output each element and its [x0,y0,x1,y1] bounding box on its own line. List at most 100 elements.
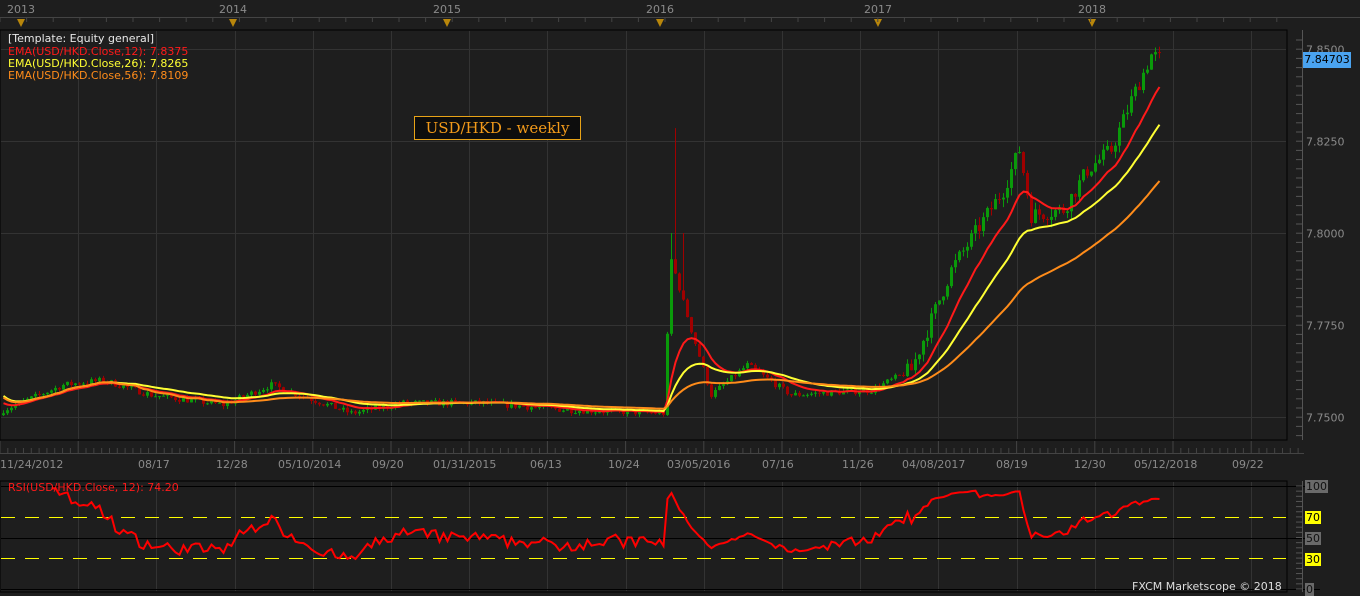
candle-body [254,391,257,395]
candle-body [730,375,733,382]
date-label: 11/26 [842,458,874,471]
candle-body [318,402,321,405]
candle-body [718,385,721,390]
svg-text:EMA(USD/HKD.Close,56): 7.8109: EMA(USD/HKD.Close,56): 7.8109 [8,69,188,82]
candle-body [206,403,209,405]
candle-body [526,406,529,410]
candle-body [966,246,969,251]
candle-body [1038,209,1041,215]
candle-body [982,217,985,232]
candle-body [782,383,785,387]
candle-body [1018,152,1021,154]
candle-body [582,410,585,414]
candle-body [30,396,33,399]
candle-body [98,377,101,382]
candle-body [334,403,337,409]
candle-body [358,411,361,414]
candle-body [342,407,345,410]
candle-body [1094,163,1097,172]
candle-body [858,392,861,395]
candle-body [970,233,973,247]
candle-body [1150,54,1153,70]
candle-body [242,395,245,397]
candle-body [1022,152,1025,173]
date-label: 05/12/2018 [1134,458,1197,471]
candle-body [1054,210,1057,217]
candle-body [978,225,981,232]
candle-body [786,386,789,395]
candle-body [930,313,933,338]
candle-body [1078,180,1081,197]
candle-body [1010,169,1013,188]
date-label: 09/22 [1232,458,1264,471]
date-label: 11/24/2012 [0,458,63,471]
price-tick-label: 7.7500 [1306,412,1345,425]
candle-body [266,389,269,391]
candle-body [750,363,753,365]
candle-body [1046,219,1049,221]
candle-body [182,397,185,402]
candle-body [870,392,873,394]
date-label: 09/20 [372,458,404,471]
candle-body [82,383,85,385]
rsi-tick-30: 30 [1305,553,1321,566]
candle-body [274,382,277,384]
date-label: 06/13 [530,458,562,471]
candle-body [262,390,265,392]
svg-text:RSI(USD/HKD.Close, 12): 74.20: RSI(USD/HKD.Close, 12): 74.20 [8,481,179,494]
candle-body [246,394,249,397]
price-axis: 7.75007.77507.80007.82507.8500 [1296,30,1345,440]
candle-body [1030,195,1033,224]
candle-body [146,392,149,396]
chart-title: USD/HKD - weekly [414,116,581,140]
candle-body [942,296,945,301]
candle-body [346,407,349,413]
candle-body [774,380,777,388]
copyright: FXCM Marketscope © 2018 [1132,580,1282,593]
rsi-tick-0: 0 [1305,583,1314,596]
candle-body [990,208,993,210]
date-label: 10/24 [608,458,640,471]
candle-body [754,364,757,370]
candle-body [1006,187,1009,198]
rsi-tick-70: 70 [1305,511,1321,524]
rsi-legend: RSI(USD/HKD.Close, 12): 74.20 [8,481,179,494]
candle-body [686,299,689,318]
candle-body [1086,169,1089,176]
candle-body [814,392,817,394]
candle-body [594,412,597,414]
candle-body [1154,52,1157,55]
chart-canvas[interactable]: 2013 2014 2015 2016 2017 2018 7.7500 7.7750 7.8… [0,0,1360,596]
candle-body [518,405,521,408]
year-label: 2015 [433,3,461,16]
candle-body [670,259,673,334]
candle-body [826,392,829,396]
candle-body [746,363,749,369]
year-marker-icon [1088,19,1096,27]
candle-body [1158,52,1161,54]
candle-body [998,199,1001,201]
candle-body [918,354,921,360]
candle-body [250,391,253,395]
year-marker-icon [443,19,451,27]
candle-body [946,286,949,297]
date-label: 12/28 [216,458,248,471]
candle-body [802,395,805,397]
candle-body [934,304,937,314]
candle-body [534,407,537,409]
candle-body [1142,72,1145,91]
date-label: 04/08/2017 [902,458,965,471]
candle-body [798,392,801,396]
candle-body [362,409,365,412]
candle-body [894,374,897,379]
candle-body [1122,114,1125,128]
candle-body [6,410,9,414]
candle-body [678,273,681,291]
candle-body [766,374,769,378]
candle-body [530,407,533,410]
price-tick-label: 7.8000 [1306,228,1345,241]
candle-body [190,399,193,403]
candle-body [954,260,957,268]
candle-body [314,400,317,403]
candle-body [578,410,581,414]
